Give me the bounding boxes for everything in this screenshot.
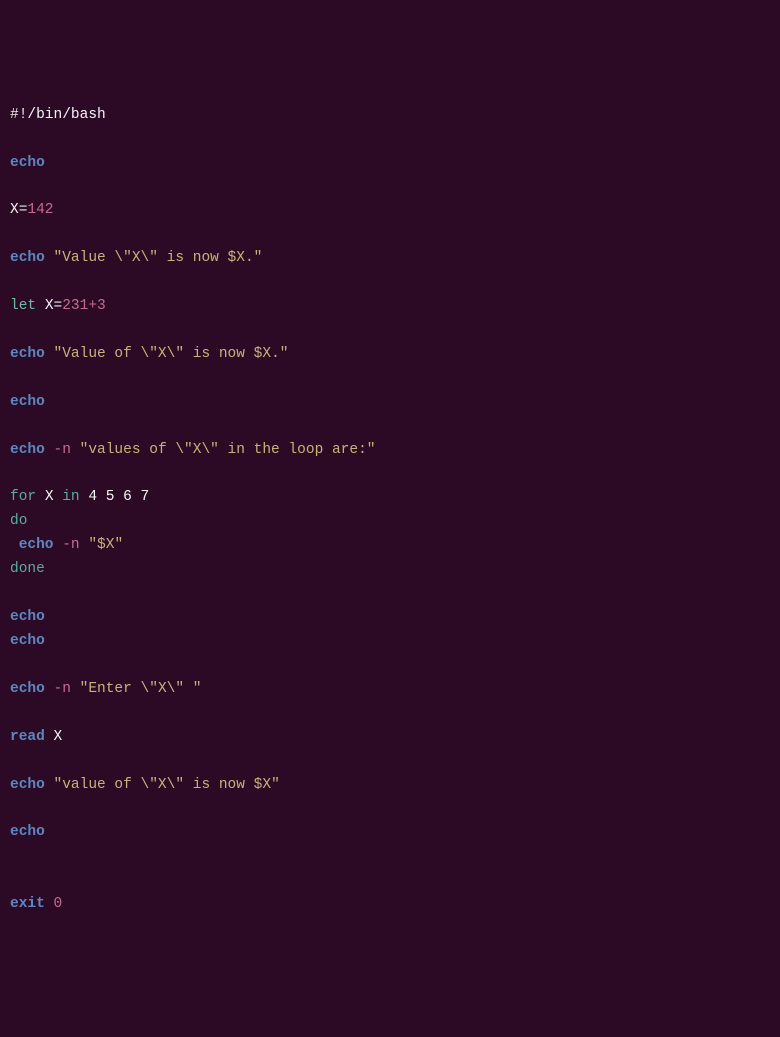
flag-n: -n (54, 442, 71, 458)
number-literal: 4 (88, 489, 97, 505)
number-literal: 142 (27, 202, 53, 218)
do-keyword: do (10, 513, 27, 529)
code-line: echo -n "values of \"X\" in the loop are… (10, 442, 375, 458)
string-literal: " (114, 537, 123, 553)
flag-n: -n (62, 537, 79, 553)
shebang-hash: #! (10, 107, 27, 123)
code-line: #!/bin/bash (10, 107, 106, 123)
code-line: done (10, 561, 45, 577)
code-line: echo (10, 633, 45, 649)
echo-builtin: echo (10, 250, 45, 266)
variable-ref: $X (97, 537, 114, 553)
variable-ref: $X (254, 777, 271, 793)
number-literal: 231+3 (62, 298, 106, 314)
variable-name: X (45, 298, 54, 314)
echo-builtin: echo (19, 537, 54, 553)
variable-name: X (10, 202, 19, 218)
string-literal: "Value of \"X\" is now (54, 346, 254, 362)
string-literal: " (88, 537, 97, 553)
echo-builtin: echo (10, 155, 45, 171)
code-line: echo "Value \"X\" is now $X." (10, 250, 262, 266)
string-literal: ." (245, 250, 262, 266)
flag-n: -n (54, 681, 71, 697)
number-literal: 7 (141, 489, 150, 505)
code-line: echo (10, 609, 45, 625)
code-line: echo "Value of \"X\" is now $X." (10, 346, 288, 362)
string-literal: " (271, 777, 280, 793)
variable-ref: $X (254, 346, 271, 362)
read-builtin: read (10, 729, 45, 745)
variable-name: X (54, 729, 63, 745)
exit-builtin: exit (10, 896, 45, 912)
number-literal: 0 (54, 896, 63, 912)
echo-builtin: echo (10, 633, 45, 649)
string-literal: "values of \"X\" in the loop are:" (80, 442, 376, 458)
code-line: read X (10, 729, 62, 745)
string-literal: "Value \"X\" is now (54, 250, 228, 266)
variable-name: X (45, 489, 54, 505)
code-line: do (10, 513, 27, 529)
string-literal: ." (271, 346, 288, 362)
done-keyword: done (10, 561, 45, 577)
let-keyword: let (10, 298, 36, 314)
code-line: echo -n "Enter \"X\" " (10, 681, 201, 697)
code-line: echo -n "$X" (10, 537, 123, 553)
code-line: echo (10, 394, 45, 410)
code-line: echo (10, 155, 45, 171)
code-line: let X=231+3 (10, 298, 106, 314)
code-line: for X in 4 5 6 7 (10, 489, 149, 505)
code-editor: #!/bin/bash echo X=142 echo "Value \"X\"… (10, 104, 770, 917)
in-keyword: in (62, 489, 79, 505)
echo-builtin: echo (10, 394, 45, 410)
code-line: echo "value of \"X\" is now $X" (10, 777, 280, 793)
for-keyword: for (10, 489, 36, 505)
code-line: X=142 (10, 202, 54, 218)
assign-operator: = (54, 298, 63, 314)
number-literal: 6 (123, 489, 132, 505)
string-literal: "value of \"X\" is now (54, 777, 254, 793)
shebang-path: /bin/bash (27, 107, 105, 123)
variable-ref: $X (228, 250, 245, 266)
code-line: echo (10, 824, 45, 840)
code-line: exit 0 (10, 896, 62, 912)
echo-builtin: echo (10, 346, 45, 362)
echo-builtin: echo (10, 777, 45, 793)
echo-builtin: echo (10, 609, 45, 625)
echo-builtin: echo (10, 681, 45, 697)
echo-builtin: echo (10, 824, 45, 840)
string-literal: "Enter \"X\" " (80, 681, 202, 697)
echo-builtin: echo (10, 442, 45, 458)
